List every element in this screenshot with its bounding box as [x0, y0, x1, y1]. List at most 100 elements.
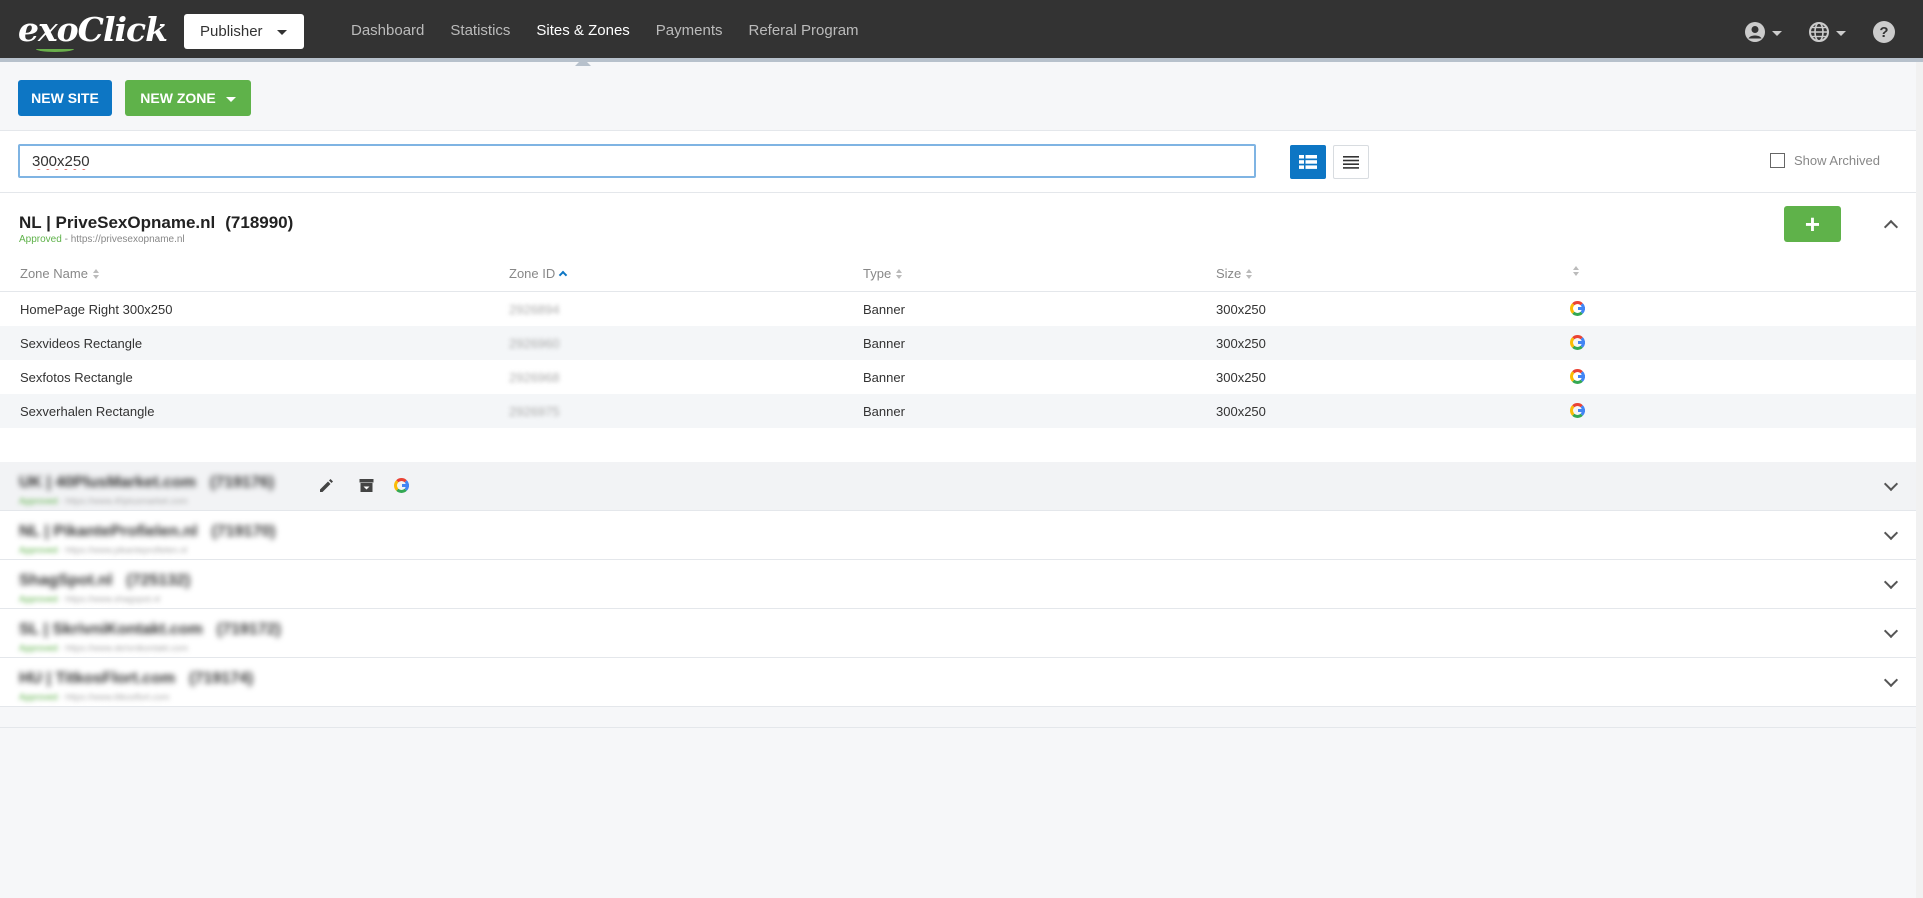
site-subtitle: Approved - https://www.skrivnikontakt.co…: [19, 643, 189, 653]
col-zone-name[interactable]: Zone Name: [20, 266, 99, 281]
site-row[interactable]: NL | PikanteProfielen.nl (719170) Approve…: [0, 511, 1916, 560]
col-size[interactable]: Size: [1216, 266, 1253, 281]
list-detailed-icon: [1299, 155, 1317, 169]
nav-statistics[interactable]: Statistics: [437, 0, 523, 62]
search-input[interactable]: [18, 144, 1256, 178]
plus-icon: +: [1804, 208, 1821, 239]
sort-icon: [92, 268, 99, 279]
site-name: SL | SkrivniKontakt.com (719172): [19, 621, 281, 638]
site-subtitle: Approved - https://www.titkosflort.com: [19, 692, 170, 702]
chevron-down-icon[interactable]: [1883, 623, 1899, 639]
sort-icon: [1246, 268, 1253, 279]
zone-type: Banner: [863, 302, 905, 317]
site-name: UK | 40PlusMarket.com (719176): [19, 474, 275, 491]
nav-referal-program[interactable]: Referal Program: [736, 0, 872, 62]
site-row[interactable]: HU | TitkosFlort.com (719174) Approved - …: [0, 658, 1916, 707]
col-actions[interactable]: [1573, 266, 1579, 276]
add-zone-button[interactable]: +: [1784, 206, 1841, 242]
caret-down-icon: [1836, 30, 1846, 36]
new-site-button[interactable]: NEW SITE: [18, 80, 112, 116]
new-site-label: NEW SITE: [31, 90, 99, 106]
role-select-publisher[interactable]: Publisher: [184, 14, 304, 49]
col-zone-id[interactable]: Zone ID: [509, 266, 568, 281]
google-icon[interactable]: [1570, 301, 1585, 316]
zone-type: Banner: [863, 336, 905, 351]
col-zone-id-label: Zone ID: [509, 266, 556, 281]
site-row[interactable]: SL | SkrivniKontakt.com (719172) Approved…: [0, 609, 1916, 658]
site-subtitle: Approved - https://privesexopname.nl: [19, 234, 185, 245]
site-status: Approved: [19, 234, 62, 245]
table-row[interactable]: Sexvideos Rectangle 2926960 Banner 300x2…: [0, 326, 1916, 360]
chevron-down-icon[interactable]: [1883, 672, 1899, 688]
table-row[interactable]: Sexfotos Rectangle 2926968 Banner 300x25…: [0, 360, 1916, 394]
logo-swoosh-icon: [36, 46, 74, 52]
site-subtitle: Approved - https://www.shagspot.nl: [19, 594, 161, 604]
show-archived-label: Show Archived: [1794, 153, 1880, 168]
chevron-up-icon[interactable]: [1883, 219, 1899, 235]
col-zone-name-label: Zone Name: [20, 266, 88, 281]
sort-icon: [896, 268, 903, 279]
google-icon[interactable]: [1570, 403, 1585, 418]
col-type[interactable]: Type: [863, 266, 903, 281]
site-url: https://privesexopname.nl: [70, 234, 185, 245]
caret-down-icon: [1772, 30, 1782, 36]
zone-name: HomePage Right 300x250: [20, 302, 173, 317]
list-bottom-divider: [0, 727, 1916, 728]
user-menu[interactable]: [1744, 20, 1782, 44]
nav-payments[interactable]: Payments: [643, 0, 736, 62]
chevron-down-icon[interactable]: [1883, 525, 1899, 541]
zone-size: 300x250: [1216, 302, 1266, 317]
google-icon[interactable]: [1570, 335, 1585, 350]
site-name: ShagSpot.nl (725132): [19, 572, 191, 589]
site-row[interactable]: UK | 40PlusMarket.com (719176) Approved -…: [0, 462, 1916, 511]
table-row[interactable]: HomePage Right 300x250 2926894 Banner 30…: [0, 292, 1916, 326]
help-icon: ?: [1873, 21, 1895, 43]
logo-text: exoClick: [18, 10, 168, 49]
main-nav: Dashboard Statistics Sites & Zones Payme…: [338, 0, 872, 66]
site-panel-expanded: NL | PriveSexOpname.nl (718990) Approved …: [0, 193, 1916, 463]
scrollbar[interactable]: [1916, 62, 1923, 898]
nav-dashboard[interactable]: Dashboard: [338, 0, 437, 62]
site-title[interactable]: NL | PriveSexOpname.nl (718990): [19, 213, 293, 233]
site-subtitle: Approved - https://www.40plusmarket.com: [19, 496, 188, 506]
view-detailed-button[interactable]: [1290, 145, 1326, 179]
pencil-icon: [320, 479, 333, 492]
exoclick-logo[interactable]: exoClick: [18, 10, 168, 52]
user-icon: [1745, 22, 1765, 42]
zones-table-header: Zone Name Zone ID Type Size: [0, 251, 1916, 292]
zone-size: 300x250: [1216, 404, 1266, 419]
nav-sites-zones[interactable]: Sites & Zones: [523, 0, 642, 66]
google-icon[interactable]: [1570, 369, 1585, 384]
sort-asc-icon: [559, 270, 568, 280]
show-archived-checkbox[interactable]: [1770, 153, 1785, 168]
table-row[interactable]: Sexverhalen Rectangle 2926975 Banner 300…: [0, 394, 1916, 428]
new-zone-label: NEW ZONE: [140, 90, 216, 106]
archive-site-button[interactable]: [358, 477, 375, 499]
sort-icon: [1573, 266, 1579, 276]
language-menu[interactable]: [1808, 20, 1846, 44]
site-url-separator: -: [61, 234, 71, 245]
top-navbar: exoClick Publisher Dashboard Statistics …: [0, 0, 1923, 66]
zone-id: 2926968: [509, 370, 560, 385]
new-zone-button[interactable]: NEW ZONE: [125, 80, 251, 116]
google-icon[interactable]: [394, 478, 409, 493]
site-subtitle: Approved - https://www.pikanteprofielen.…: [19, 545, 188, 555]
site-row[interactable]: ShagSpot.nl (725132) Approved - https://w…: [0, 560, 1916, 609]
help-button[interactable]: ?: [1873, 20, 1895, 44]
view-compact-button[interactable]: [1333, 145, 1369, 179]
zone-size: 300x250: [1216, 370, 1266, 385]
zone-name: Sexvideos Rectangle: [20, 336, 143, 351]
edit-site-button[interactable]: [318, 477, 335, 499]
archive-icon: [359, 479, 374, 492]
zone-size: 300x250: [1216, 336, 1266, 351]
zone-id: 2926975: [509, 404, 560, 419]
col-type-label: Type: [863, 266, 892, 281]
zone-id: 2926960: [509, 336, 560, 351]
zone-name: Sexfotos Rectangle: [20, 370, 133, 385]
zone-type: Banner: [863, 370, 905, 385]
chevron-down-icon[interactable]: [1883, 574, 1899, 590]
role-select-label: Publisher: [200, 23, 263, 40]
chevron-down-icon[interactable]: [1883, 476, 1899, 492]
site-id: (718990): [225, 213, 294, 232]
show-archived-toggle[interactable]: Show Archived: [1770, 153, 1880, 168]
